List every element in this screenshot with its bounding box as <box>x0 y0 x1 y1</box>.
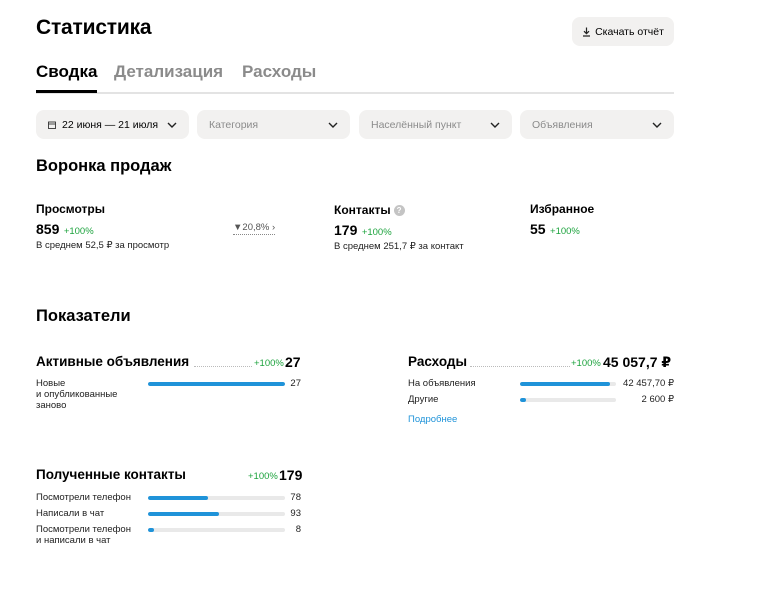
row-label-line: и написали в чат <box>36 535 111 546</box>
date-range-value: 22 июня — 21 июля <box>62 118 159 131</box>
contacts-chat-label: Написали в чат <box>36 508 105 519</box>
row-label-line: Новые <box>36 378 66 389</box>
views-metric: 859 +100% <box>36 221 94 239</box>
contacts-label: Контакты? <box>334 203 405 217</box>
tab-bar-divider <box>36 92 674 94</box>
chevron-down-icon <box>328 119 338 131</box>
contacts-delta: +100% <box>361 227 392 238</box>
chevron-right-icon: › <box>269 222 276 233</box>
download-report-button[interactable]: Скачать отчёт <box>572 17 674 46</box>
city-placeholder: Населённый пункт <box>371 118 462 131</box>
date-range-filter[interactable]: 22 июня — 21 июля <box>36 110 189 139</box>
category-filter[interactable]: Категория <box>197 110 350 139</box>
tab-details[interactable]: Детализация <box>114 62 223 82</box>
expenses-title: Расходы <box>408 354 468 369</box>
received-contacts-value: 179 <box>279 467 303 483</box>
expenses-other-value: 2 600 ₽ <box>641 394 674 405</box>
expenses-value: 45 057,7 ₽ <box>603 354 672 370</box>
views-delta: +100% <box>63 226 94 237</box>
tab-bar: Сводка Детализация Расходы <box>36 62 674 94</box>
favorites-label: Избранное <box>530 202 595 216</box>
contacts-phone-value: 78 <box>290 492 301 503</box>
download-icon <box>582 27 591 37</box>
help-icon[interactable]: ? <box>393 205 405 216</box>
download-report-label: Скачать отчёт <box>595 25 664 38</box>
conversion-value: 20,8% <box>242 222 270 233</box>
more-details-link[interactable]: Подробнее <box>408 414 457 425</box>
progress-fill <box>520 382 611 386</box>
contacts-both-progress <box>148 528 285 532</box>
chevron-down-icon <box>490 119 500 131</box>
funnel-icon: ▼ <box>233 222 243 233</box>
tab-expenses[interactable]: Расходы <box>242 62 316 82</box>
category-placeholder: Категория <box>209 118 259 131</box>
active-ads-row-label: Новые и опубликованные заново <box>36 378 117 411</box>
calendar-icon <box>48 121 56 129</box>
favorites-delta: +100% <box>550 226 580 237</box>
views-note: В среднем 52,5 ₽ за просмотр <box>36 240 170 251</box>
progress-fill <box>148 512 220 516</box>
funnel-title: Воронка продаж <box>36 157 172 175</box>
contacts-phone-label: Посмотрели телефон <box>36 492 131 503</box>
views-label: Просмотры <box>36 202 106 216</box>
expenses-other-label: Другие <box>408 394 439 405</box>
active-ads-progress <box>148 382 285 386</box>
expenses-ads-label: На объявления <box>408 378 476 389</box>
contacts-note: В среднем 251,7 ₽ за контакт <box>334 241 464 252</box>
dotted-leader <box>470 366 570 367</box>
contacts-value: 179 <box>334 222 358 238</box>
contacts-metric: 179 +100% <box>334 222 392 240</box>
active-ads-value: 27 <box>285 354 301 370</box>
expenses-ads-value: 42 457,70 ₽ <box>623 378 674 389</box>
contacts-both-value: 8 <box>295 524 301 535</box>
active-ads-delta: +100% <box>254 358 284 369</box>
contacts-chat-progress <box>148 512 285 516</box>
active-ads-row-value: 27 <box>290 378 301 389</box>
row-label-line: Посмотрели телефон <box>36 524 131 535</box>
chevron-down-icon <box>652 119 662 131</box>
indicators-title: Показатели <box>36 307 131 325</box>
views-value: 859 <box>36 221 60 237</box>
contacts-phone-progress <box>148 496 285 500</box>
received-contacts-delta: +100% <box>248 471 278 482</box>
row-label-line: заново <box>36 400 67 411</box>
chevron-down-icon <box>167 119 177 131</box>
favorites-metric: 55 +100% <box>530 221 580 239</box>
ads-filter[interactable]: Объявления <box>520 110 674 139</box>
expenses-other-progress <box>520 398 616 402</box>
dotted-leader <box>194 366 252 367</box>
city-filter[interactable]: Населённый пункт <box>359 110 512 139</box>
contacts-chat-value: 93 <box>290 508 301 519</box>
active-ads-title: Активные объявления <box>36 354 190 369</box>
expenses-delta: +100% <box>571 358 601 369</box>
progress-fill <box>148 528 155 532</box>
conversion-link[interactable]: ▼20,8% › <box>233 222 276 235</box>
ads-placeholder: Объявления <box>532 118 593 131</box>
favorites-value: 55 <box>530 221 546 237</box>
page-title: Статистика <box>36 16 152 39</box>
expenses-ads-progress <box>520 382 616 386</box>
progress-fill <box>148 382 285 386</box>
contacts-both-label: Посмотрели телефон и написали в чат <box>36 524 131 546</box>
row-label-line: и опубликованные <box>36 389 118 400</box>
received-contacts-title: Полученные контакты <box>36 467 186 482</box>
progress-fill <box>520 398 526 402</box>
tab-summary[interactable]: Сводка <box>36 62 98 93</box>
contacts-label-text: Контакты <box>334 203 391 217</box>
progress-fill <box>148 496 208 500</box>
